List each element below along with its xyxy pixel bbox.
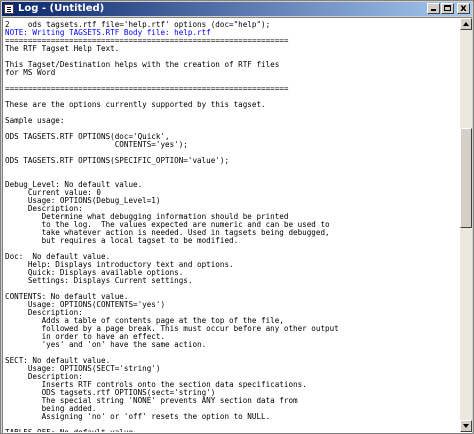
log-line: CONTENTS='yes'); [5,140,188,149]
log-line: These are the options currently supporte… [5,100,266,109]
log-line: Assigning 'no' or 'off' resets the optio… [5,412,271,421]
window-title: Log - (Untitled) [18,3,105,14]
vertical-scrollbar[interactable] [460,18,472,432]
minimize-icon [431,9,436,11]
log-line: 'yes' and 'on' have the same action. [5,340,207,349]
log-line: but requires a local tagset to be modifi… [5,236,239,245]
window-controls: x [427,3,470,15]
log-line: The RTF Tagset Help Text. [5,44,120,53]
log-line: ODS TAGSETS.RTF OPTIONS(SPECIFIC_OPTION=… [5,156,230,165]
log-text-area[interactable]: 2 ods tagsets.rtf file='help.rtf' option… [5,19,460,432]
log-line: for MS Word [5,68,56,77]
minimize-button[interactable] [427,3,440,14]
log-line: TABLES_OFF: No default value. [5,428,138,432]
log-window-icon[interactable] [4,4,14,14]
close-icon: x [460,3,467,14]
arrow-down-icon [463,424,469,428]
log-line: ========================================… [5,84,289,93]
arrow-up-icon [463,22,469,26]
scroll-thumb[interactable] [460,128,472,228]
maximize-icon [444,5,451,11]
scroll-up-button[interactable] [460,18,472,30]
scroll-down-button[interactable] [460,420,472,432]
log-line: Sample usage: [5,116,65,125]
log-client-area: 2 ods tagsets.rtf file='help.rtf' option… [2,17,472,433]
title-bar[interactable]: Log - (Untitled) x [2,2,472,16]
maximize-button[interactable] [441,3,454,14]
log-line: Settings: Displays Current settings. [5,276,193,285]
close-button[interactable]: x [457,3,470,14]
log-window: Log - (Untitled) x 2 ods tagsets.rtf fil… [0,0,474,434]
